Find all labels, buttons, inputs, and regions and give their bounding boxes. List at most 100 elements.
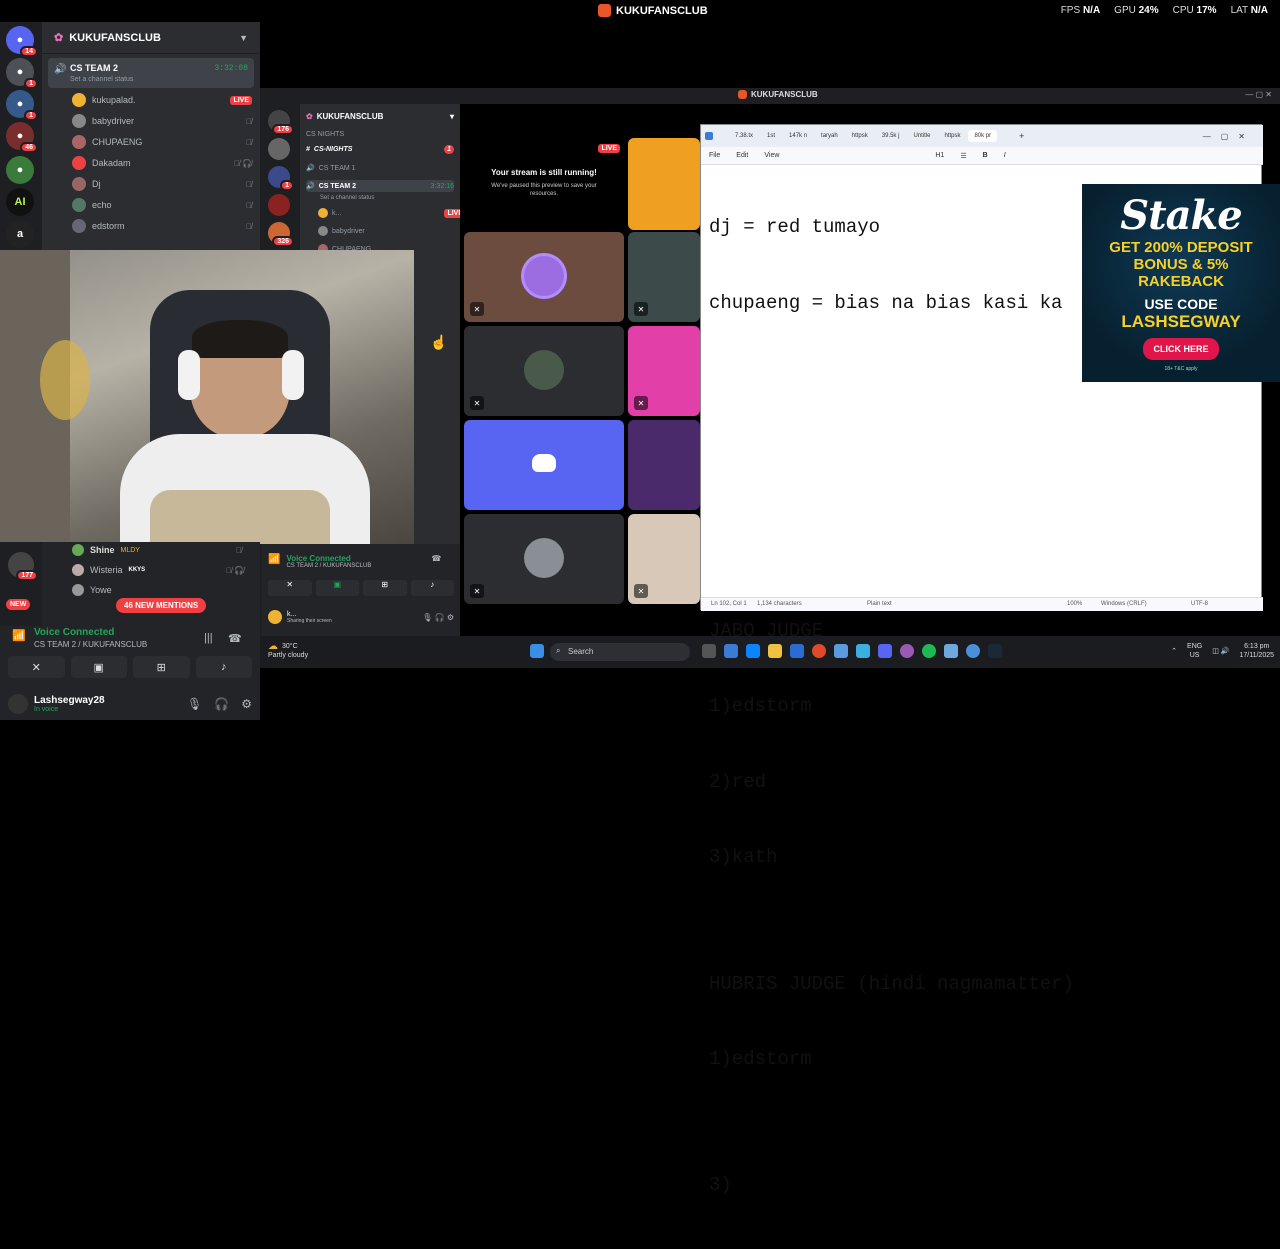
participant-tile[interactable] [628, 420, 700, 510]
italic-button[interactable]: I [1004, 152, 1006, 159]
stream-paused-tile[interactable]: LIVE Your stream is still running! We've… [464, 142, 624, 230]
window-controls[interactable]: —▢✕ [1203, 132, 1255, 141]
voice-member[interactable]: babydriver 🎙̸ [72, 111, 252, 131]
participant-tile[interactable]: ✕ [464, 514, 624, 604]
screen-share-button[interactable]: ▣ [315, 580, 359, 596]
new-badge[interactable]: NEW [6, 599, 31, 610]
click-here-button[interactable]: CLICK HERE [1143, 338, 1219, 360]
microsoft-edge-icon[interactable] [746, 644, 760, 658]
server-icon[interactable]: a [6, 220, 34, 248]
edge-icon[interactable] [724, 644, 738, 658]
inner-guild-header[interactable]: ✿ KUKUFANSCLUB ▾ [306, 112, 454, 121]
voice-member[interactable]: Dakadam 🎙̸ 🎧̸ [72, 153, 252, 173]
noise-suppression-icon[interactable]: ||| [204, 632, 213, 644]
server-icon[interactable]: 1 [268, 166, 294, 191]
window-controls[interactable]: — ▢ ✕ [1245, 90, 1272, 99]
camera-off-button[interactable]: ✕ [268, 580, 312, 596]
voice-channel-cs-team-2[interactable]: 🔊 CS TEAM 2 3:32:16 [306, 180, 454, 192]
voice-channel-cs-team-2[interactable]: 🔊 CS TEAM 2 Set a channel status 3:32:08 [48, 58, 254, 88]
activities-button[interactable]: ⊞ [133, 656, 190, 678]
chevron-up-icon[interactable]: ⌃ [1171, 647, 1177, 656]
app-icon[interactable] [966, 644, 980, 658]
server-icon[interactable] [268, 138, 290, 160]
server-icon[interactable]: AI [6, 188, 34, 216]
chrome-icon[interactable] [812, 644, 826, 658]
chevron-down-icon[interactable]: ▼ [239, 33, 248, 43]
voice-member[interactable]: edstorm 🎙̸ [72, 216, 252, 236]
spotify-icon[interactable] [922, 644, 936, 658]
weather-widget[interactable]: ☁ 30°C Partly cloudy [268, 642, 308, 660]
participant-tile[interactable] [628, 138, 700, 230]
activities-button[interactable]: ⊞ [363, 580, 407, 596]
server-icon[interactable]: 176 [268, 110, 294, 135]
soundboard-button[interactable]: ♪ [195, 656, 252, 678]
server-icon[interactable]: ● 1 [6, 90, 38, 121]
tab[interactable]: Untitle [907, 130, 936, 142]
app-icon[interactable] [856, 644, 870, 658]
task-view-icon[interactable] [702, 644, 716, 658]
menu-view[interactable]: View [764, 152, 779, 159]
voice-member[interactable]: k... LIVE [318, 208, 466, 218]
network-icon[interactable]: ◫ 🔊 [1212, 647, 1229, 656]
server-icon[interactable]: 177 [8, 552, 38, 581]
tab[interactable]: httpsk [846, 130, 874, 142]
channel-status[interactable]: Set a channel status [320, 195, 468, 201]
participant-tile[interactable] [464, 420, 624, 510]
tab-active[interactable]: 80k pr [968, 130, 998, 142]
server-icon[interactable]: 326 [268, 222, 294, 247]
notepad-icon[interactable] [944, 644, 958, 658]
app-icon[interactable] [834, 644, 848, 658]
stake-ad-banner[interactable]: Stake GET 200% DEPOSIT BONUS & 5% RAKEBA… [1082, 184, 1280, 382]
tab[interactable]: 1st [761, 130, 781, 142]
microphone-icon[interactable]: 🎙 [187, 697, 202, 711]
voice-member[interactable]: Wisteria KKYS [72, 564, 145, 576]
start-icon[interactable] [530, 644, 544, 658]
soundboard-button[interactable]: ♪ [410, 580, 454, 596]
voice-member[interactable]: CHUPAENG 🎙̸ [72, 132, 252, 152]
steam-icon[interactable] [988, 644, 1002, 658]
tab[interactable]: 147k n [783, 130, 813, 142]
server-icon[interactable] [268, 194, 290, 216]
server-icon[interactable]: ● 1 [6, 58, 38, 89]
new-mentions-pill[interactable]: 46 NEW MENTIONS [116, 598, 207, 613]
menu-file[interactable]: File [709, 152, 720, 159]
app-icon[interactable] [900, 644, 914, 658]
disconnect-icon[interactable]: ☎ [431, 554, 441, 563]
channel-cs-nights[interactable]: # CS-NIGHTS 1 [306, 145, 454, 154]
participant-tile[interactable]: ✕ [628, 232, 700, 322]
voice-member[interactable]: Shine MLDY [72, 544, 140, 556]
tab[interactable]: httpsk [938, 130, 966, 142]
server-icon[interactable]: ● 14 [6, 26, 38, 57]
list-icon[interactable]: ☰ [960, 152, 966, 160]
guild-header[interactable]: ✿ KUKUFANSCLUB ▼ [42, 22, 260, 54]
voice-member[interactable]: kukupalad. LIVE [72, 90, 252, 110]
avatar[interactable] [8, 694, 28, 714]
participant-tile[interactable]: ✕ [464, 232, 624, 322]
discord-icon[interactable] [878, 644, 892, 658]
participant-tile[interactable]: ✕ [464, 326, 624, 416]
voice-member[interactable]: Dj 🎙̸ [72, 174, 252, 194]
menu-edit[interactable]: Edit [736, 152, 748, 159]
file-explorer-icon[interactable] [768, 644, 782, 658]
bold-button[interactable]: B [983, 152, 988, 159]
disconnect-icon[interactable]: ☎ [228, 632, 242, 645]
server-icon[interactable]: ● [6, 156, 34, 184]
camera-off-button[interactable]: ✕ [8, 656, 65, 678]
tab[interactable]: 7.38.tx [729, 130, 759, 142]
heading-dropdown[interactable]: H1 [935, 152, 944, 159]
voice-member[interactable]: echo 🎙̸ [72, 195, 252, 215]
voice-member[interactable]: babydriver [318, 226, 466, 236]
participant-tile[interactable]: ✕ [628, 326, 700, 416]
taskbar-search[interactable]: ⌕ Search [550, 643, 690, 661]
headphones-icon[interactable]: 🎧 [214, 697, 229, 711]
gear-icon[interactable]: ⚙ [241, 697, 252, 711]
server-icon[interactable]: ● 46 [6, 122, 38, 153]
tab[interactable]: taryah [815, 130, 844, 142]
add-tab-icon[interactable]: + [1019, 131, 1024, 141]
tab[interactable]: 39.5k j [876, 130, 906, 142]
store-icon[interactable] [790, 644, 804, 658]
category-cs-nights[interactable]: CS NIGHTS [306, 131, 454, 138]
participant-tile[interactable]: ✕ [628, 514, 700, 604]
voice-member[interactable]: Yowe [72, 584, 112, 596]
screen-share-button[interactable]: ▣ [70, 656, 127, 678]
